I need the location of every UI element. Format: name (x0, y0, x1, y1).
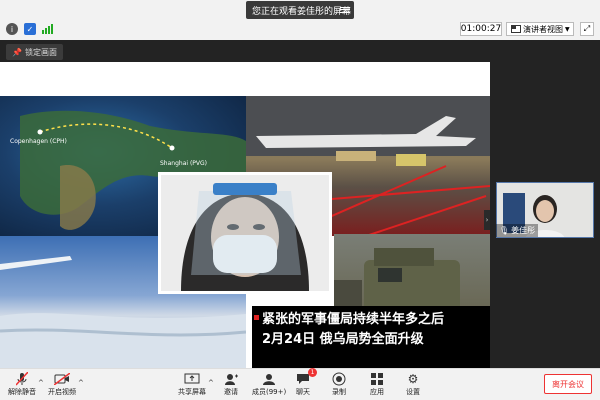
lock-view-label: 锁定画面 (24, 47, 57, 57)
apps-label: 应用 (370, 388, 384, 396)
gear-icon: ⚙ (407, 372, 419, 386)
participant-name: 姜佳彤 (511, 226, 536, 235)
info-icon[interactable]: i (6, 23, 18, 35)
news-caption-line-1: 紧张的军事僵局持续半年多之后 (262, 312, 445, 327)
share-options-caret-icon[interactable]: ^ (208, 379, 214, 387)
start-video-label: 开启视频 (48, 388, 76, 396)
bottom-toolbar: 解除静音 ^ 开启视频 ^ 共享屏幕 ^ 邀请 成员(99+) 1 聊天 录制 … (0, 368, 600, 400)
status-icons: i ✓ (6, 23, 54, 35)
apps-grid-icon (368, 371, 386, 387)
record-label: 录制 (332, 388, 346, 396)
lock-view-button[interactable]: 📌 锁定画面 (6, 44, 63, 60)
settings-label: 设置 (406, 388, 420, 396)
chevron-down-icon: ▼ (565, 25, 570, 33)
screen-share-banner[interactable]: 您正在观看姜佳彤的屏幕 (246, 1, 354, 19)
settings-button[interactable]: ⚙ 设置 (404, 371, 422, 397)
person-face-shield-graphic (161, 175, 329, 291)
microphone-muted-icon (13, 371, 31, 387)
participant-name-tag: 🎙 姜佳彤 (496, 224, 539, 237)
invite-label: 邀请 (224, 388, 238, 396)
mute-options-caret-icon[interactable]: ^ (38, 379, 44, 387)
share-screen-label: 共享屏幕 (178, 388, 206, 396)
invite-person-icon (222, 371, 240, 387)
meeting-timer: 01:00:27 (460, 22, 502, 36)
pin-icon: 📌 (12, 47, 22, 57)
fullscreen-icon[interactable]: ⤢ (580, 22, 594, 36)
grid-view-icon (511, 25, 521, 33)
share-screen-icon (183, 371, 201, 387)
record-button[interactable]: 录制 (330, 371, 348, 397)
panel-collapse-arrow[interactable]: › (484, 210, 490, 230)
apps-button[interactable]: 应用 (368, 371, 386, 397)
face-shield-portrait-image (158, 172, 332, 294)
chat-label: 聊天 (296, 388, 310, 396)
unmute-button[interactable]: 解除静音 (8, 371, 36, 397)
invite-button[interactable]: 邀请 (222, 371, 240, 397)
members-label: 成员(99+) (252, 388, 287, 396)
members-button[interactable]: 成员(99+) (252, 371, 286, 397)
map-label-origin: Copenhagen (CPH) (10, 138, 67, 145)
leave-meeting-button[interactable]: 离开会议 (544, 374, 592, 394)
menu-icon[interactable] (339, 4, 351, 16)
signal-icon (42, 23, 54, 35)
unmute-label: 解除静音 (8, 388, 36, 396)
video-options-caret-icon[interactable]: ^ (78, 379, 84, 387)
shared-screen-area: 📌 锁定画面 Copenhagen (CPH) Shanghai (PVG) 紧… (0, 40, 600, 368)
map-label-destination: Shanghai (PVG) (160, 160, 208, 167)
share-screen-button[interactable]: 共享屏幕 (178, 371, 206, 397)
shared-slide: Copenhagen (CPH) Shanghai (PVG) 紧张的军事僵局持… (0, 62, 490, 368)
share-banner-text: 您正在观看姜佳彤的屏幕 (252, 6, 352, 17)
chat-bubble-icon: 1 (294, 368, 317, 387)
camera-off-icon (53, 371, 71, 387)
microphone-icon: 🎙 (499, 226, 510, 235)
news-caption-line-2: 2月24日 俄乌局势全面升级 (262, 332, 424, 347)
speaker-view-label: 演讲者视图 (523, 24, 563, 34)
speaker-view-button[interactable]: 演讲者视图 ▼ (506, 22, 574, 36)
caption-marker (254, 315, 259, 320)
start-video-button[interactable]: 开启视频 (48, 371, 76, 397)
chat-unread-badge: 1 (308, 368, 317, 377)
top-bar: 您正在观看姜佳彤的屏幕 i ✓ 01:00:27 演讲者视图 ▼ ⤢ (0, 0, 600, 40)
shield-icon[interactable]: ✓ (24, 23, 36, 35)
people-icon (260, 371, 278, 387)
chat-button[interactable]: 1 聊天 (294, 368, 317, 397)
record-icon (330, 371, 348, 387)
